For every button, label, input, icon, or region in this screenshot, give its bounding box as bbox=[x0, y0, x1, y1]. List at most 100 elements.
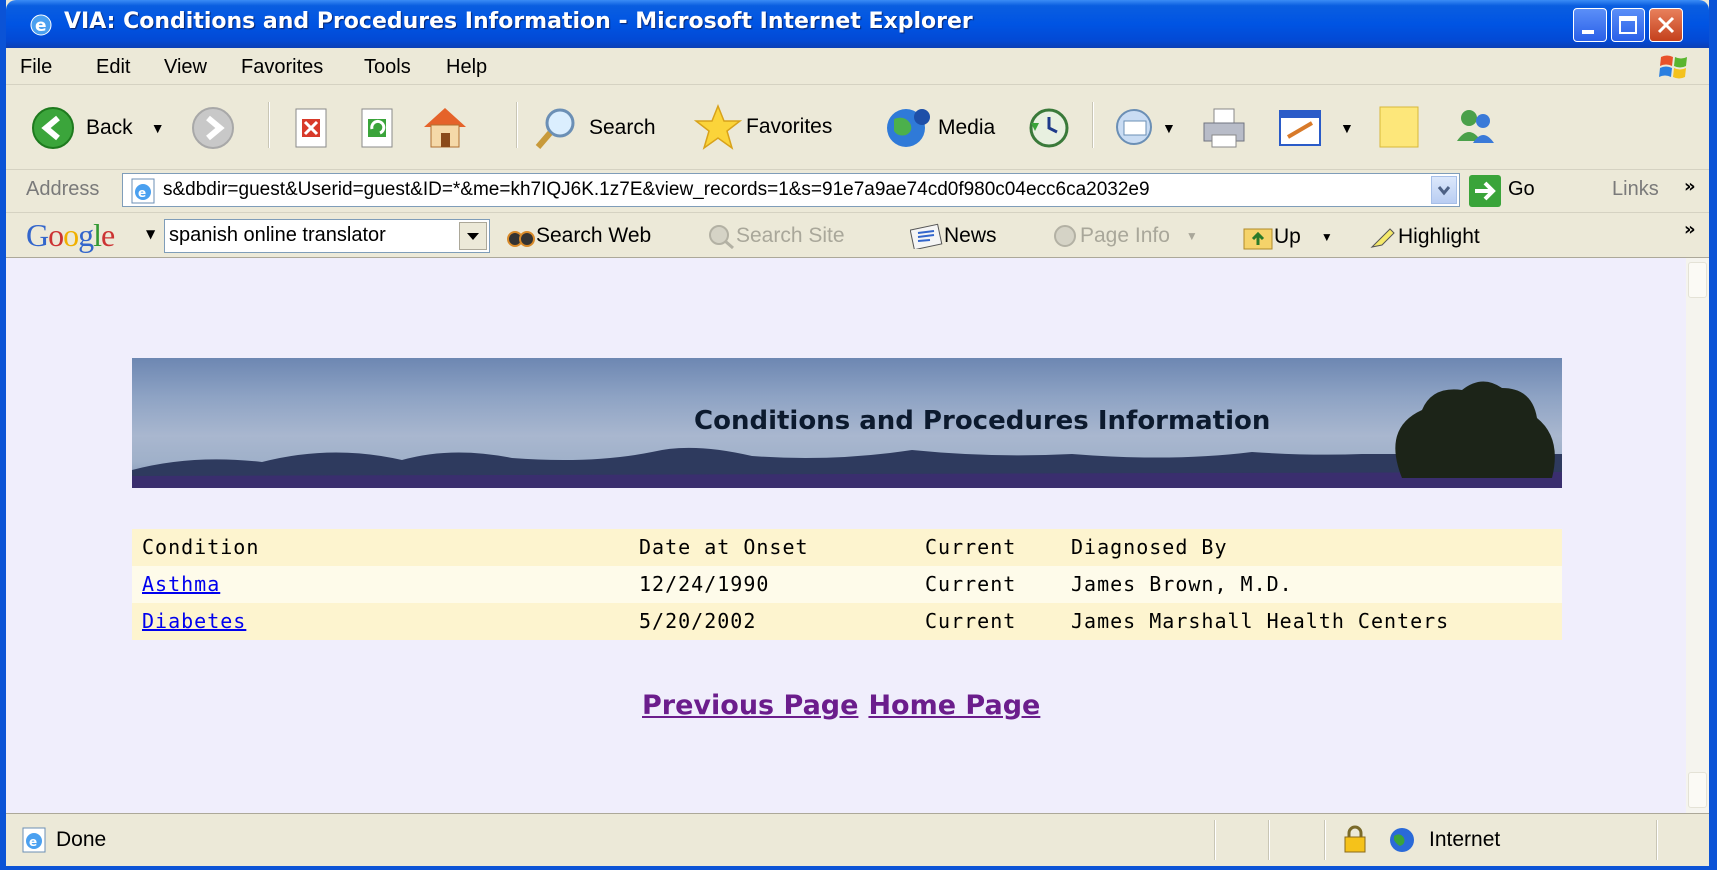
favorites-button[interactable]: Favorites bbox=[694, 103, 832, 151]
links-button[interactable]: Links bbox=[1612, 178, 1659, 201]
media-button[interactable]: Media bbox=[884, 105, 995, 151]
current-status: Current bbox=[925, 572, 1017, 596]
maximize-icon bbox=[1619, 16, 1637, 34]
discuss-button[interactable] bbox=[1376, 103, 1422, 151]
home-page-link[interactable]: Home Page bbox=[868, 690, 1040, 721]
condition-link-asthma[interactable]: Asthma bbox=[142, 572, 220, 596]
page-info-dropdown-icon[interactable]: ▼ bbox=[1186, 229, 1198, 243]
page-info-label: Page Info bbox=[1080, 224, 1170, 247]
close-button[interactable] bbox=[1649, 8, 1683, 42]
forward-button[interactable] bbox=[190, 105, 236, 151]
binoculars-icon bbox=[507, 231, 535, 247]
mail-icon bbox=[1116, 109, 1152, 145]
google-menu-dropdown-icon[interactable]: ▼ bbox=[146, 227, 155, 241]
address-field[interactable]: e s&dbdir=guest&Userid=guest&ID=*&me=kh7… bbox=[122, 173, 1460, 207]
menu-view[interactable]: View bbox=[164, 56, 207, 79]
scrollbar-down-button[interactable] bbox=[1688, 772, 1707, 808]
google-search-dropdown-button[interactable] bbox=[459, 222, 487, 250]
media-label: Media bbox=[938, 116, 996, 139]
menu-help[interactable]: Help bbox=[446, 56, 487, 79]
status-divider bbox=[1214, 820, 1216, 860]
edit-dropdown-icon[interactable]: ▼ bbox=[1340, 120, 1354, 136]
news-button[interactable]: News bbox=[910, 223, 997, 249]
status-text: Done bbox=[56, 828, 107, 851]
google-toolbar: Google ▼ Search Web Search Site News Pag… bbox=[6, 213, 1709, 258]
internet-globe-icon bbox=[1390, 828, 1414, 852]
go-button[interactable]: Go bbox=[1508, 178, 1535, 201]
highlighter-icon bbox=[1370, 228, 1395, 248]
up-dropdown-icon[interactable]: ▼ bbox=[1321, 230, 1333, 244]
address-label: Address bbox=[26, 178, 100, 200]
refresh-button[interactable] bbox=[358, 107, 398, 149]
highlight-button[interactable]: Highlight bbox=[1368, 223, 1480, 251]
up-button[interactable]: Up ▼ bbox=[1242, 223, 1333, 251]
history-button[interactable] bbox=[1026, 105, 1072, 151]
svg-text:e: e bbox=[138, 186, 146, 200]
search-web-label: Search Web bbox=[536, 224, 652, 247]
stop-button[interactable] bbox=[292, 107, 332, 149]
diagnosed-by: James Brown, M.D. bbox=[1071, 572, 1293, 596]
google-search-box[interactable] bbox=[164, 219, 490, 253]
column-header-condition: Condition bbox=[142, 535, 260, 559]
search-web-button[interactable]: Search Web bbox=[506, 223, 651, 249]
search-label: Search bbox=[589, 116, 656, 139]
window-title: VIA: Conditions and Procedures Informati… bbox=[64, 9, 973, 34]
info-icon bbox=[1054, 225, 1076, 247]
window-frame: e VIA: Conditions and Procedures Informa… bbox=[6, 0, 1709, 866]
toolbar-separator bbox=[516, 102, 518, 148]
toolbar-separator bbox=[268, 102, 270, 148]
page-done-icon: e bbox=[22, 827, 46, 853]
browser-window: e VIA: Conditions and Procedures Informa… bbox=[0, 0, 1717, 870]
page-info-button[interactable]: Page Info ▼ bbox=[1052, 223, 1198, 249]
forward-arrow-icon bbox=[192, 107, 234, 149]
current-status: Current bbox=[925, 609, 1017, 633]
minimize-button[interactable] bbox=[1573, 8, 1607, 42]
scrollbar-up-button[interactable] bbox=[1688, 262, 1707, 298]
google-toolbar-chevron-icon[interactable]: » bbox=[1684, 219, 1696, 240]
google-logo[interactable]: Google bbox=[26, 217, 115, 254]
search-site-label: Search Site bbox=[736, 224, 845, 247]
condition-link-diabetes[interactable]: Diabetes bbox=[142, 609, 246, 633]
edit-button[interactable]: ▼ bbox=[1276, 105, 1354, 151]
table-row: Diabetes 5/20/2002 Current James Marshal… bbox=[132, 603, 1562, 640]
toolbar-separator bbox=[1092, 102, 1094, 148]
edit-page-icon bbox=[1279, 110, 1321, 146]
messenger-button[interactable] bbox=[1452, 105, 1498, 151]
header-banner: Conditions and Procedures Information bbox=[132, 358, 1562, 488]
page-content: Conditions and Procedures Information Co… bbox=[6, 258, 1686, 813]
table-row: Asthma 12/24/1990 Current James Brown, M… bbox=[132, 566, 1562, 603]
onset-date: 5/20/2002 bbox=[639, 609, 757, 633]
links-chevron-icon[interactable]: » bbox=[1684, 176, 1696, 197]
home-button[interactable] bbox=[420, 103, 470, 151]
svg-text:e: e bbox=[29, 835, 37, 849]
security-zone: Internet bbox=[1429, 828, 1501, 851]
search-site-button[interactable]: Search Site bbox=[706, 223, 845, 249]
ie-icon: e bbox=[30, 14, 52, 36]
refresh-icon bbox=[361, 108, 393, 148]
chevron-down-icon bbox=[467, 233, 479, 240]
search-button[interactable]: Search bbox=[533, 105, 656, 151]
menu-favorites[interactable]: Favorites bbox=[241, 56, 323, 79]
maximize-button[interactable] bbox=[1611, 8, 1645, 42]
print-button[interactable] bbox=[1200, 105, 1248, 151]
news-label: News bbox=[944, 224, 997, 247]
mail-dropdown-icon[interactable]: ▼ bbox=[1162, 120, 1176, 136]
google-search-input[interactable] bbox=[165, 220, 453, 250]
previous-page-link[interactable]: Previous Page bbox=[642, 690, 858, 721]
title-bar[interactable]: e VIA: Conditions and Procedures Informa… bbox=[6, 0, 1709, 48]
chevron-down-icon bbox=[1437, 186, 1451, 196]
mail-button[interactable]: ▼ bbox=[1114, 105, 1176, 151]
back-button[interactable]: Back ▼ bbox=[30, 105, 165, 151]
address-dropdown-button[interactable] bbox=[1431, 176, 1457, 204]
back-arrow-icon bbox=[32, 107, 74, 149]
page-icon: e bbox=[131, 178, 155, 204]
menu-tools[interactable]: Tools bbox=[364, 56, 411, 79]
menu-edit[interactable]: Edit bbox=[96, 56, 130, 79]
menu-file[interactable]: File bbox=[20, 56, 52, 79]
go-arrow-icon[interactable] bbox=[1468, 174, 1502, 208]
vertical-scrollbar[interactable] bbox=[1686, 258, 1709, 813]
status-divider bbox=[1324, 820, 1326, 860]
svg-text:e: e bbox=[35, 16, 47, 36]
back-dropdown-icon[interactable]: ▼ bbox=[151, 120, 165, 136]
note-icon bbox=[1379, 106, 1419, 148]
